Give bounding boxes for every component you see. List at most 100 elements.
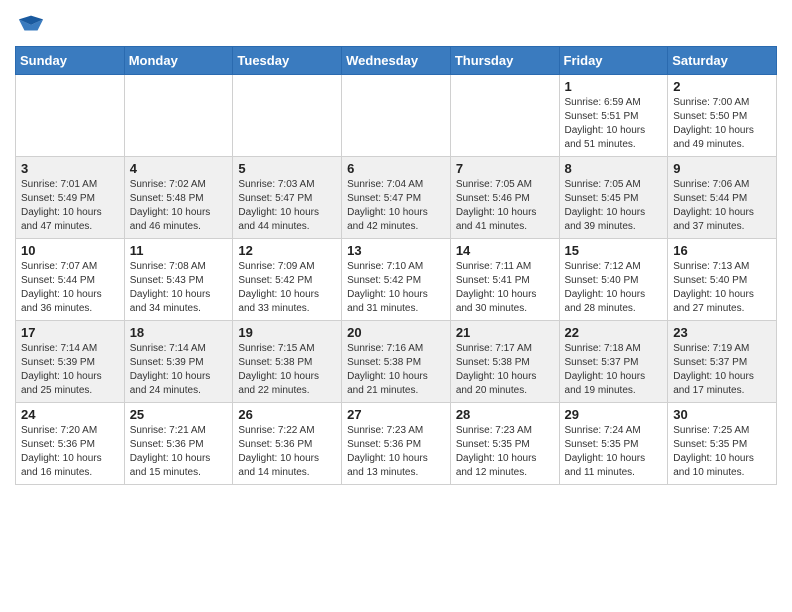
col-header-tuesday: Tuesday <box>233 47 342 75</box>
calendar-cell: 30 Sunrise: 7:25 AMSunset: 5:35 PMDayligh… <box>668 403 777 485</box>
day-info: Sunrise: 7:07 AMSunset: 5:44 PMDaylight:… <box>21 260 119 316</box>
day-info: Sunrise: 7:20 AMSunset: 5:36 PMDaylight:… <box>21 424 119 480</box>
day-number: 28 <box>456 407 554 422</box>
logo-icon <box>17 10 45 38</box>
day-number: 9 <box>673 161 771 176</box>
day-number: 21 <box>456 325 554 340</box>
calendar-cell: 28 Sunrise: 7:23 AMSunset: 5:35 PMDayligh… <box>450 403 559 485</box>
day-info: Sunrise: 7:25 AMSunset: 5:35 PMDaylight:… <box>673 424 771 480</box>
day-number: 7 <box>456 161 554 176</box>
col-header-monday: Monday <box>124 47 233 75</box>
day-number: 13 <box>347 243 445 258</box>
calendar-cell <box>16 75 125 157</box>
calendar-cell: 10 Sunrise: 7:07 AMSunset: 5:44 PMDayligh… <box>16 239 125 321</box>
day-info: Sunrise: 7:17 AMSunset: 5:38 PMDaylight:… <box>456 342 554 398</box>
day-info: Sunrise: 7:06 AMSunset: 5:44 PMDaylight:… <box>673 178 771 234</box>
day-number: 6 <box>347 161 445 176</box>
day-number: 20 <box>347 325 445 340</box>
day-info: Sunrise: 7:10 AMSunset: 5:42 PMDaylight:… <box>347 260 445 316</box>
calendar-cell: 20 Sunrise: 7:16 AMSunset: 5:38 PMDayligh… <box>342 321 451 403</box>
calendar-week-1: 1 Sunrise: 6:59 AMSunset: 5:51 PMDaylight… <box>16 75 777 157</box>
calendar-cell: 6 Sunrise: 7:04 AMSunset: 5:47 PMDaylight… <box>342 157 451 239</box>
calendar-cell: 14 Sunrise: 7:11 AMSunset: 5:41 PMDayligh… <box>450 239 559 321</box>
calendar-cell: 7 Sunrise: 7:05 AMSunset: 5:46 PMDaylight… <box>450 157 559 239</box>
day-info: Sunrise: 7:15 AMSunset: 5:38 PMDaylight:… <box>238 342 336 398</box>
logo <box>15 10 45 38</box>
calendar-week-4: 17 Sunrise: 7:14 AMSunset: 5:39 PMDayligh… <box>16 321 777 403</box>
day-number: 4 <box>130 161 228 176</box>
calendar-cell: 23 Sunrise: 7:19 AMSunset: 5:37 PMDayligh… <box>668 321 777 403</box>
col-header-wednesday: Wednesday <box>342 47 451 75</box>
day-info: Sunrise: 7:11 AMSunset: 5:41 PMDaylight:… <box>456 260 554 316</box>
day-number: 19 <box>238 325 336 340</box>
day-number: 27 <box>347 407 445 422</box>
day-number: 14 <box>456 243 554 258</box>
col-header-friday: Friday <box>559 47 668 75</box>
calendar-cell: 13 Sunrise: 7:10 AMSunset: 5:42 PMDayligh… <box>342 239 451 321</box>
day-info: Sunrise: 7:16 AMSunset: 5:38 PMDaylight:… <box>347 342 445 398</box>
calendar-cell: 19 Sunrise: 7:15 AMSunset: 5:38 PMDayligh… <box>233 321 342 403</box>
day-info: Sunrise: 7:19 AMSunset: 5:37 PMDaylight:… <box>673 342 771 398</box>
day-number: 17 <box>21 325 119 340</box>
day-number: 29 <box>565 407 663 422</box>
day-info: Sunrise: 7:22 AMSunset: 5:36 PMDaylight:… <box>238 424 336 480</box>
day-number: 15 <box>565 243 663 258</box>
day-number: 18 <box>130 325 228 340</box>
day-number: 2 <box>673 79 771 94</box>
day-info: Sunrise: 7:18 AMSunset: 5:37 PMDaylight:… <box>565 342 663 398</box>
day-number: 22 <box>565 325 663 340</box>
day-number: 12 <box>238 243 336 258</box>
day-info: Sunrise: 7:23 AMSunset: 5:35 PMDaylight:… <box>456 424 554 480</box>
page: SundayMondayTuesdayWednesdayThursdayFrid… <box>0 0 792 500</box>
calendar-cell: 18 Sunrise: 7:14 AMSunset: 5:39 PMDayligh… <box>124 321 233 403</box>
calendar-cell: 22 Sunrise: 7:18 AMSunset: 5:37 PMDayligh… <box>559 321 668 403</box>
day-info: Sunrise: 7:05 AMSunset: 5:46 PMDaylight:… <box>456 178 554 234</box>
day-number: 8 <box>565 161 663 176</box>
day-info: Sunrise: 7:14 AMSunset: 5:39 PMDaylight:… <box>21 342 119 398</box>
calendar-cell <box>342 75 451 157</box>
day-number: 26 <box>238 407 336 422</box>
day-number: 5 <box>238 161 336 176</box>
calendar-cell <box>124 75 233 157</box>
day-number: 10 <box>21 243 119 258</box>
day-info: Sunrise: 7:23 AMSunset: 5:36 PMDaylight:… <box>347 424 445 480</box>
calendar-cell: 12Sunrise: 7:09 AMSunset: 5:42 PMDayligh… <box>233 239 342 321</box>
day-info: Sunrise: 7:13 AMSunset: 5:40 PMDaylight:… <box>673 260 771 316</box>
day-info: Sunrise: 7:04 AMSunset: 5:47 PMDaylight:… <box>347 178 445 234</box>
calendar-week-3: 10 Sunrise: 7:07 AMSunset: 5:44 PMDayligh… <box>16 239 777 321</box>
day-info: Sunrise: 7:24 AMSunset: 5:35 PMDaylight:… <box>565 424 663 480</box>
day-info: Sunrise: 7:02 AMSunset: 5:48 PMDaylight:… <box>130 178 228 234</box>
calendar-week-5: 24 Sunrise: 7:20 AMSunset: 5:36 PMDayligh… <box>16 403 777 485</box>
calendar-cell <box>450 75 559 157</box>
day-number: 30 <box>673 407 771 422</box>
calendar-cell: 4 Sunrise: 7:02 AMSunset: 5:48 PMDaylight… <box>124 157 233 239</box>
day-number: 23 <box>673 325 771 340</box>
day-info: Sunrise: 7:03 AMSunset: 5:47 PMDaylight:… <box>238 178 336 234</box>
day-number: 11 <box>130 243 228 258</box>
col-header-thursday: Thursday <box>450 47 559 75</box>
calendar-cell <box>233 75 342 157</box>
day-info: Sunrise: 7:01 AMSunset: 5:49 PMDaylight:… <box>21 178 119 234</box>
day-info: Sunrise: 7:08 AMSunset: 5:43 PMDaylight:… <box>130 260 228 316</box>
col-header-saturday: Saturday <box>668 47 777 75</box>
day-info: Sunrise: 7:05 AMSunset: 5:45 PMDaylight:… <box>565 178 663 234</box>
calendar-cell: 11 Sunrise: 7:08 AMSunset: 5:43 PMDayligh… <box>124 239 233 321</box>
calendar-cell: 3 Sunrise: 7:01 AMSunset: 5:49 PMDaylight… <box>16 157 125 239</box>
day-number: 24 <box>21 407 119 422</box>
calendar-cell: 16 Sunrise: 7:13 AMSunset: 5:40 PMDayligh… <box>668 239 777 321</box>
calendar-cell: 9 Sunrise: 7:06 AMSunset: 5:44 PMDaylight… <box>668 157 777 239</box>
day-number: 16 <box>673 243 771 258</box>
calendar-cell: 26 Sunrise: 7:22 AMSunset: 5:36 PMDayligh… <box>233 403 342 485</box>
calendar-cell: 2Sunrise: 7:00 AMSunset: 5:50 PMDaylight… <box>668 75 777 157</box>
header <box>15 10 777 38</box>
calendar-cell: 17 Sunrise: 7:14 AMSunset: 5:39 PMDayligh… <box>16 321 125 403</box>
calendar-cell: 1 Sunrise: 6:59 AMSunset: 5:51 PMDaylight… <box>559 75 668 157</box>
day-info: Sunrise: 7:14 AMSunset: 5:39 PMDaylight:… <box>130 342 228 398</box>
calendar-cell: 29 Sunrise: 7:24 AMSunset: 5:35 PMDayligh… <box>559 403 668 485</box>
calendar-cell: 27 Sunrise: 7:23 AMSunset: 5:36 PMDayligh… <box>342 403 451 485</box>
calendar-cell: 5 Sunrise: 7:03 AMSunset: 5:47 PMDaylight… <box>233 157 342 239</box>
calendar-cell: 15Sunrise: 7:12 AMSunset: 5:40 PMDayligh… <box>559 239 668 321</box>
day-number: 1 <box>565 79 663 94</box>
day-info: Sunrise: 6:59 AMSunset: 5:51 PMDaylight:… <box>565 96 663 152</box>
day-number: 3 <box>21 161 119 176</box>
